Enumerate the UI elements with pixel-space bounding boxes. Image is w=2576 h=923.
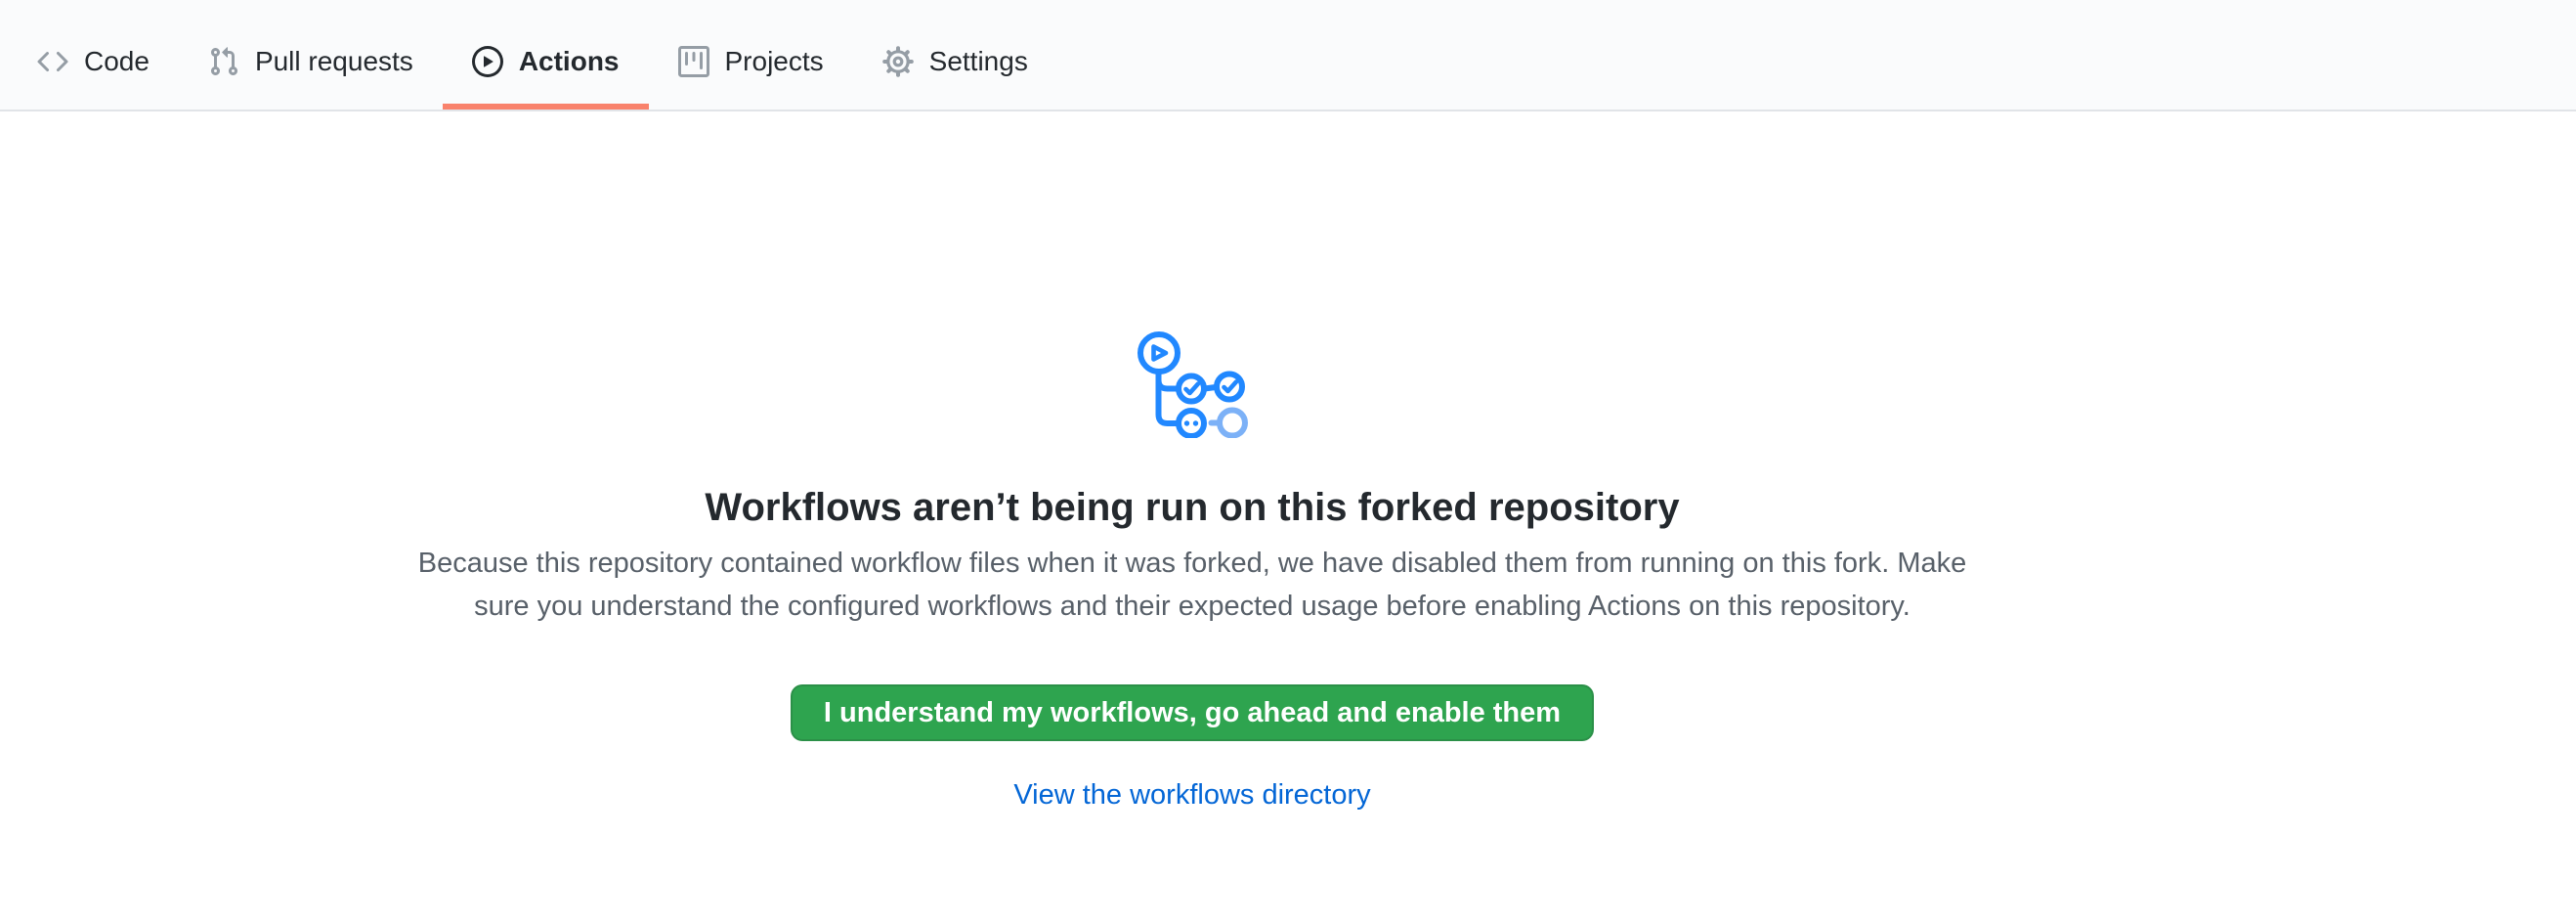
code-icon bbox=[37, 46, 68, 77]
tab-actions[interactable]: Actions bbox=[443, 0, 649, 110]
button-row: I understand my workflows, go ahead and … bbox=[0, 628, 2384, 741]
tab-label: Projects bbox=[725, 46, 824, 77]
tab-settings[interactable]: Settings bbox=[853, 0, 1057, 110]
tab-label: Pull requests bbox=[255, 46, 413, 77]
tab-label: Actions bbox=[519, 46, 620, 77]
workflow-graph-icon bbox=[1136, 325, 1249, 438]
repo-tab-bar: Code Pull requests Actions Projects bbox=[0, 0, 2576, 111]
git-pull-request-icon bbox=[208, 46, 239, 77]
description-line: Because this repository contained workfl… bbox=[0, 542, 2384, 585]
description-line: sure you understand the configured workf… bbox=[0, 585, 2384, 628]
gear-icon bbox=[882, 46, 914, 77]
project-icon bbox=[678, 46, 709, 77]
active-tab-indicator bbox=[443, 104, 649, 110]
enable-workflows-button[interactable]: I understand my workflows, go ahead and … bbox=[791, 684, 1594, 741]
tab-label: Settings bbox=[929, 46, 1028, 77]
link-row: View the workflows directory bbox=[0, 778, 2384, 812]
tab-projects[interactable]: Projects bbox=[649, 0, 853, 110]
actions-disabled-page: Workflows aren’t being run on this forke… bbox=[0, 325, 2384, 812]
view-workflows-directory-link[interactable]: View the workflows directory bbox=[1013, 779, 1370, 811]
play-icon bbox=[472, 46, 503, 77]
blankslate-heading: Workflows aren’t being run on this forke… bbox=[0, 483, 2384, 532]
tab-code[interactable]: Code bbox=[8, 0, 179, 110]
tab-pull-requests[interactable]: Pull requests bbox=[179, 0, 443, 110]
tab-label: Code bbox=[84, 46, 150, 77]
blankslate-description: Because this repository contained workfl… bbox=[0, 542, 2384, 628]
